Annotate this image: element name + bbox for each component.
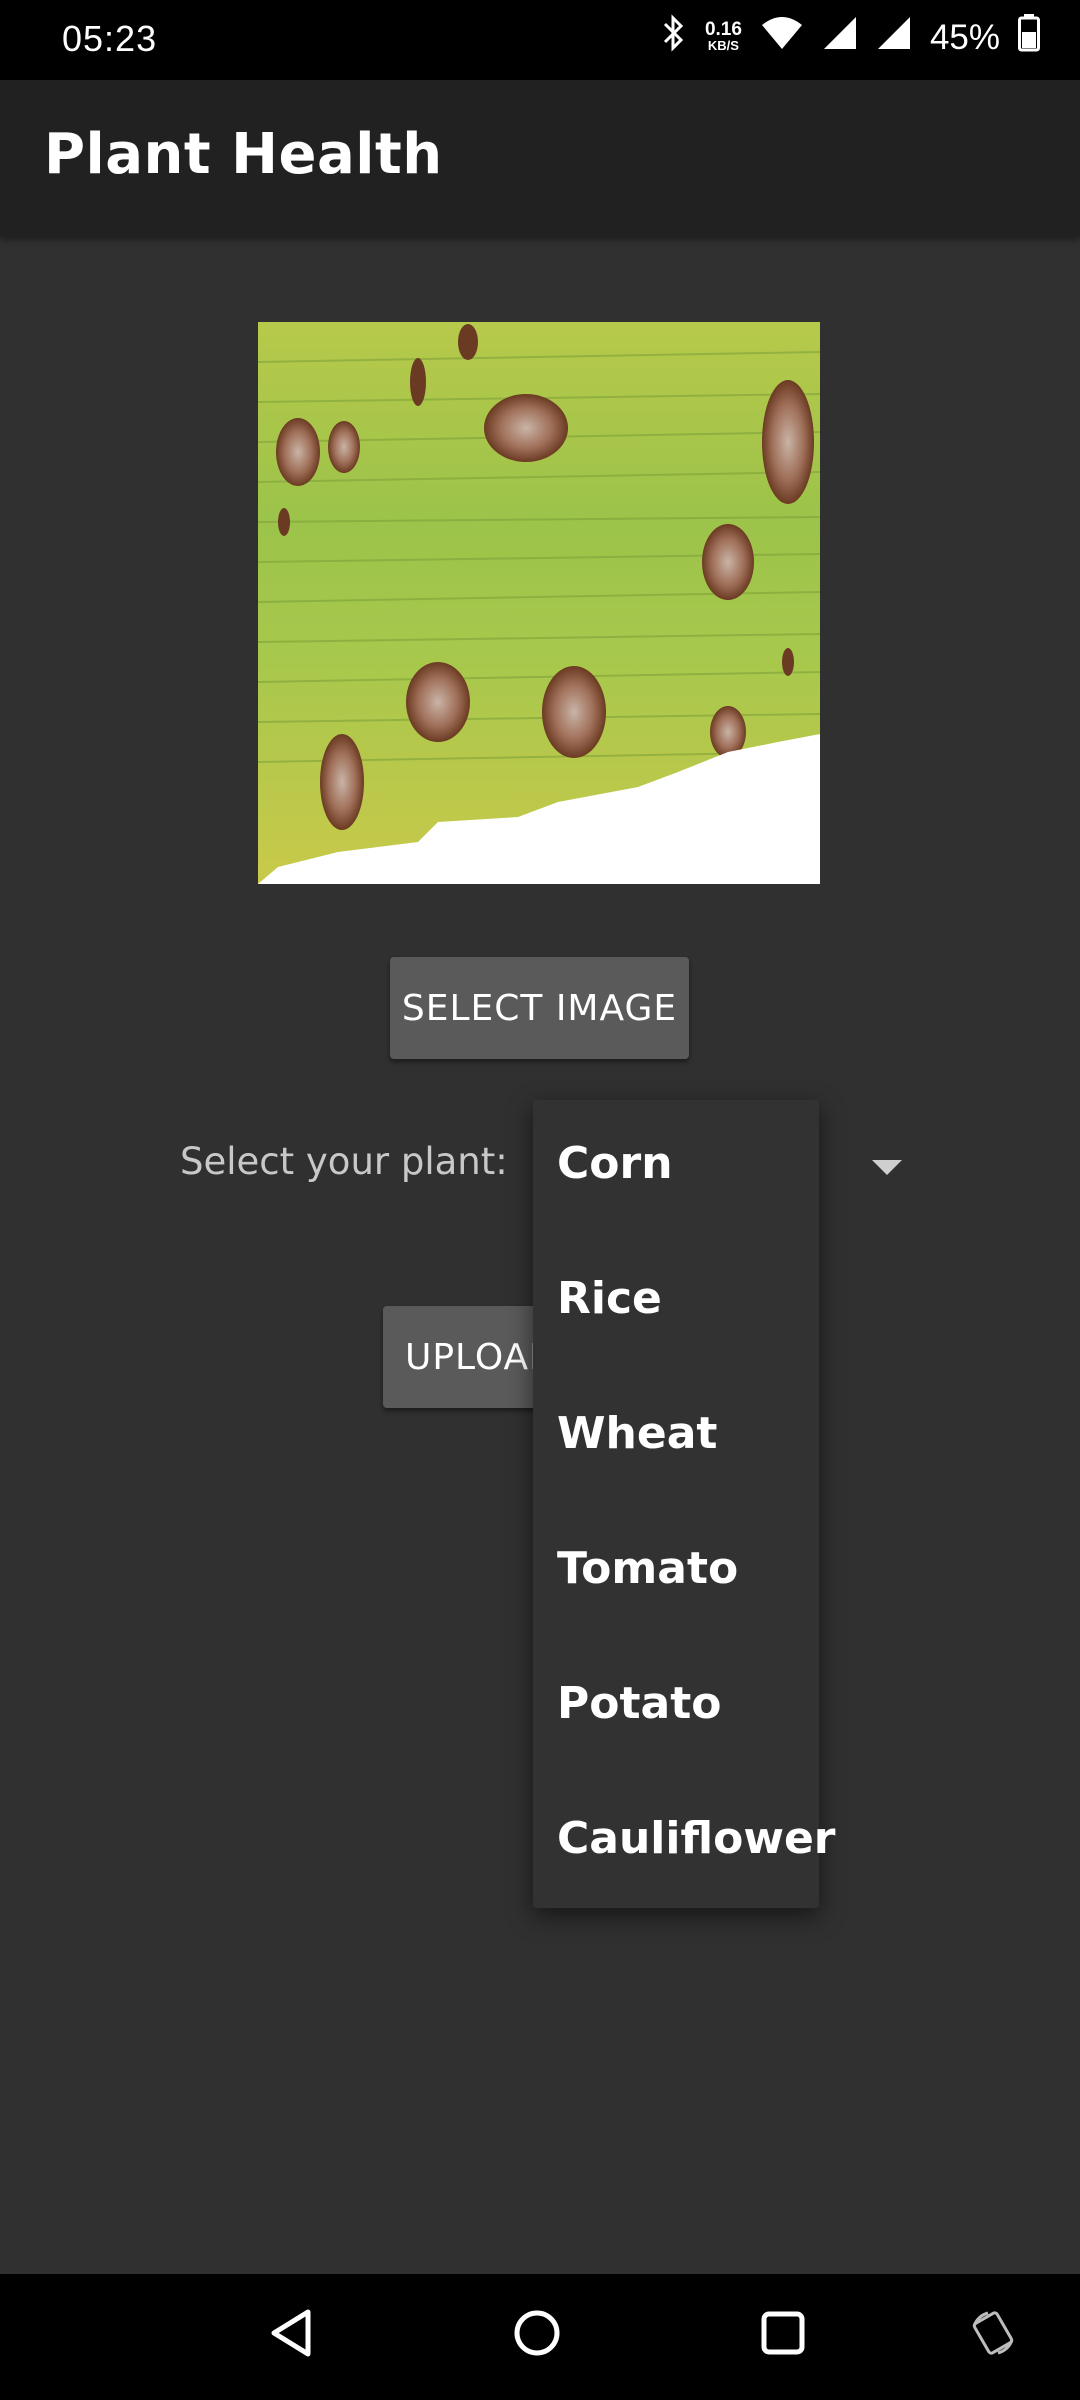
- net-speed: 0.16 KB/S: [704, 18, 742, 54]
- net-speed-value: 0.16: [704, 18, 742, 40]
- home-icon[interactable]: [512, 2306, 562, 2364]
- chevron-down-icon[interactable]: [872, 1160, 902, 1175]
- bluetooth-icon: [661, 14, 687, 61]
- dropdown-option-wheat[interactable]: Wheat: [557, 1408, 717, 1459]
- dropdown-option-tomato[interactable]: Tomato: [557, 1543, 738, 1594]
- plant-dropdown-list[interactable]: Corn Rice Wheat Tomato Potato Cauliflowe…: [533, 1100, 836, 1908]
- select-plant-label: Select your plant:: [180, 1140, 508, 1183]
- recents-icon[interactable]: [758, 2306, 808, 2364]
- signal-icon: [876, 15, 912, 60]
- status-time: 05:23: [62, 18, 158, 59]
- signal-icon: [822, 15, 858, 60]
- battery-icon: [1018, 14, 1040, 61]
- status-icons: 0.16 KB/S 45%: [661, 14, 1040, 61]
- rotate-icon[interactable]: [968, 2306, 1018, 2364]
- dropdown-option-corn[interactable]: Corn: [557, 1138, 673, 1189]
- wifi-icon: [760, 15, 804, 60]
- back-icon[interactable]: [266, 2306, 316, 2364]
- dropdown-option-rice[interactable]: Rice: [557, 1273, 662, 1324]
- dropdown-option-potato[interactable]: Potato: [557, 1678, 721, 1729]
- navigation-bar: [0, 2274, 1080, 2400]
- app-title: Plant Health: [44, 122, 443, 187]
- battery-percent: 45%: [929, 17, 1000, 57]
- select-image-button[interactable]: SELECT IMAGE: [390, 957, 689, 1059]
- net-speed-unit: KB/S: [707, 37, 739, 53]
- leaf-image: [258, 322, 820, 884]
- app-bar: Plant Health: [0, 80, 1080, 237]
- dropdown-option-cauliflower[interactable]: Cauliflower: [557, 1813, 836, 1864]
- status-bar: 05:23 0.16 KB/S 45%: [0, 0, 1080, 80]
